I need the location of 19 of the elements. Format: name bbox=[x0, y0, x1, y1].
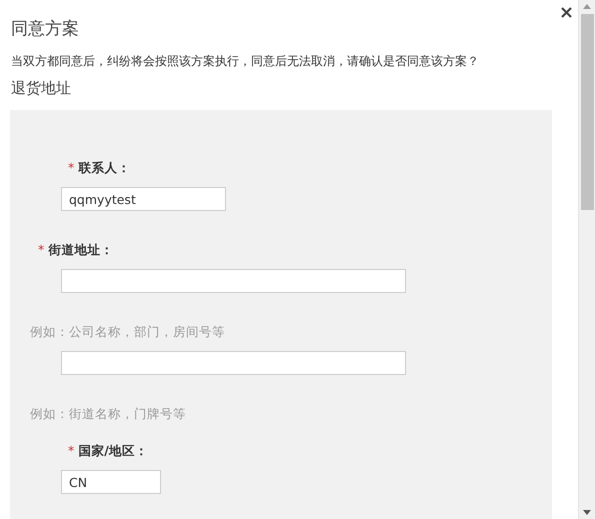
section-title: 退货地址 bbox=[11, 78, 72, 98]
field-hint: 例如：街道名称，门牌号等 bbox=[30, 406, 187, 422]
required-mark: * bbox=[38, 242, 44, 258]
scroll-down-icon[interactable] bbox=[583, 510, 591, 515]
input-field[interactable]: CN bbox=[61, 470, 161, 494]
required-mark: * bbox=[68, 443, 74, 459]
scrollbar[interactable] bbox=[578, 0, 595, 519]
input-field[interactable]: qqmyytest bbox=[61, 187, 226, 211]
close-icon[interactable] bbox=[561, 7, 572, 18]
required-mark: * bbox=[68, 160, 74, 176]
field-label: 联系人： bbox=[78, 160, 130, 176]
input-field[interactable] bbox=[61, 351, 406, 375]
scroll-up-icon[interactable] bbox=[583, 4, 591, 9]
input-field[interactable] bbox=[61, 269, 406, 293]
field-label: 国家/地区： bbox=[78, 443, 148, 459]
field-label: 街道地址： bbox=[48, 242, 114, 258]
confirm-message: 当双方都同意后，纠纷将会按照该方案执行，同意后无法取消，请确认是否同意该方案？ bbox=[11, 53, 480, 70]
field-hint: 例如：公司名称，部门，房间号等 bbox=[30, 324, 226, 340]
dialog-title: 同意方案 bbox=[10, 18, 79, 40]
